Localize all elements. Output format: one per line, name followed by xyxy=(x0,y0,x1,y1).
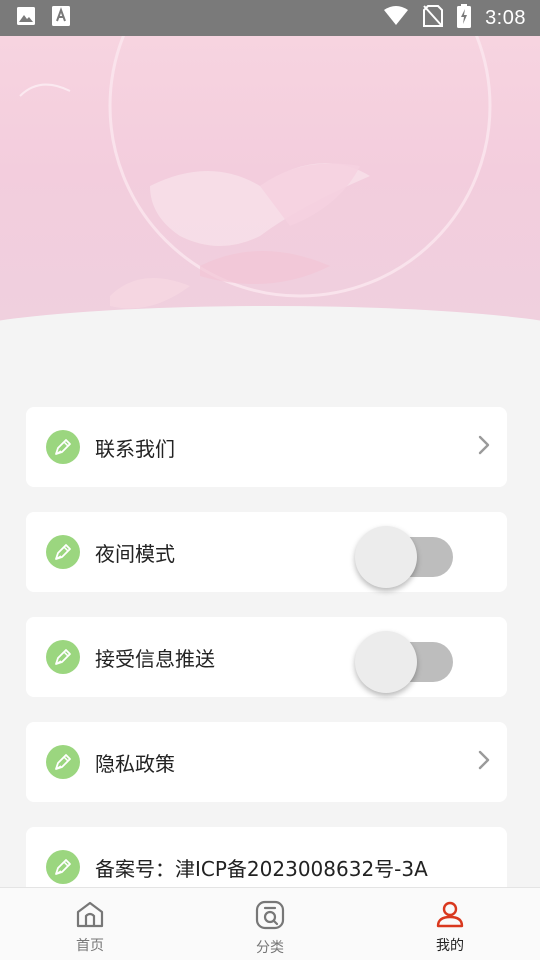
pen-icon xyxy=(46,745,80,779)
setting-label: 接受信息推送 xyxy=(95,646,215,671)
pen-icon xyxy=(46,850,80,884)
chevron-right-icon xyxy=(475,749,493,775)
nav-label: 首页 xyxy=(76,938,104,954)
image-icon xyxy=(16,6,36,30)
setting-night-mode: 夜间模式 xyxy=(26,512,507,592)
setting-contact-us[interactable]: 联系我们 xyxy=(26,407,507,487)
status-time: 3:08 xyxy=(485,6,526,29)
toggle-knob xyxy=(355,631,417,693)
setting-label: 联系我们 xyxy=(95,436,175,461)
nav-label: 分类 xyxy=(256,940,284,956)
setting-label: 夜间模式 xyxy=(95,541,175,566)
setting-privacy-policy[interactable]: 隐私政策 xyxy=(26,722,507,802)
wifi-icon xyxy=(383,6,409,30)
home-icon xyxy=(75,900,105,932)
nav-label: 我的 xyxy=(436,938,464,954)
chevron-right-icon xyxy=(475,434,493,460)
nav-home[interactable]: 首页 xyxy=(0,888,180,960)
font-icon xyxy=(52,6,70,30)
setting-label: 隐私政策 xyxy=(95,751,175,776)
user-icon xyxy=(435,900,465,932)
pen-icon xyxy=(46,535,80,569)
bottom-nav: 首页 分类 我的 xyxy=(0,887,540,960)
pen-icon xyxy=(46,430,80,464)
night-mode-toggle[interactable] xyxy=(355,522,455,588)
nav-category[interactable]: 分类 xyxy=(180,888,360,960)
icp-record-label: 备案号：津ICP备2023008632号-3A xyxy=(95,856,428,881)
battery-charging-icon xyxy=(457,4,472,32)
flower-illustration xyxy=(19,36,492,309)
nav-mine[interactable]: 我的 xyxy=(360,888,540,960)
profile-banner xyxy=(0,36,540,336)
status-bar: 3:08 xyxy=(0,0,540,36)
pen-icon xyxy=(46,640,80,674)
toggle-knob xyxy=(355,526,417,588)
no-sim-icon xyxy=(423,5,444,31)
category-search-icon xyxy=(255,900,285,934)
setting-push-notifications: 接受信息推送 xyxy=(26,617,507,697)
push-notifications-toggle[interactable] xyxy=(355,627,455,693)
